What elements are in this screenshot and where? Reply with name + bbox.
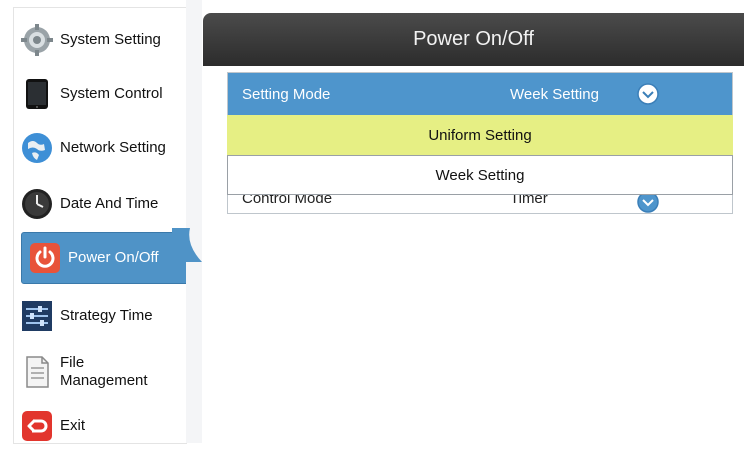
sidebar-item-label: Exit	[60, 417, 86, 434]
clock-icon	[20, 187, 54, 221]
sidebar-item-system-setting[interactable]: System Setting	[14, 14, 186, 66]
sliders-icon	[20, 299, 54, 333]
exit-icon	[20, 409, 54, 443]
chevron-down-icon[interactable]	[636, 82, 660, 106]
power-icon	[28, 241, 62, 275]
tablet-icon	[20, 77, 54, 111]
sidebar-item-date-and-time[interactable]: Date And Time	[14, 178, 186, 230]
sidebar-item-system-control[interactable]: System Control	[14, 68, 186, 120]
gear-icon	[20, 23, 54, 57]
globe-icon	[20, 131, 54, 165]
setting-mode-dropdown: Uniform Setting Week Setting	[227, 115, 733, 195]
setting-value: Week Setting	[510, 86, 599, 103]
sidebar-item-network-setting[interactable]: Network Setting	[14, 122, 186, 174]
sidebar-item-strategy-time[interactable]: Strategy Time	[14, 290, 186, 342]
sidebar-item-file-management[interactable]: File Management	[14, 346, 186, 398]
sidebar-item-label: File Management	[60, 354, 148, 389]
dropdown-option-uniform-setting[interactable]: Uniform Setting	[227, 115, 733, 155]
sidebar-item-exit[interactable]: Exit	[14, 400, 186, 452]
sidebar-item-label: System Setting	[60, 31, 161, 48]
page-title: Power On/Off	[203, 13, 744, 66]
dropdown-option-week-setting[interactable]: Week Setting	[227, 155, 733, 195]
document-icon	[20, 355, 54, 389]
active-item-connector	[172, 228, 202, 262]
sidebar-item-label: Network Setting	[60, 139, 166, 156]
sidebar-item-label: Date And Time	[60, 195, 159, 212]
setting-row-setting-mode[interactable]: Setting Mode Week Setting	[228, 73, 732, 117]
sidebar-item-label: Power On/Off	[68, 249, 159, 266]
sidebar-item-label: Strategy Time	[60, 307, 153, 324]
sidebar-item-label: System Control	[60, 85, 163, 102]
sidebar-divider	[186, 0, 202, 443]
sidebar: System Setting System Control Network Se…	[14, 8, 189, 443]
sidebar-item-power-on-off[interactable]: Power On/Off	[21, 232, 189, 284]
setting-name: Setting Mode	[242, 86, 331, 103]
